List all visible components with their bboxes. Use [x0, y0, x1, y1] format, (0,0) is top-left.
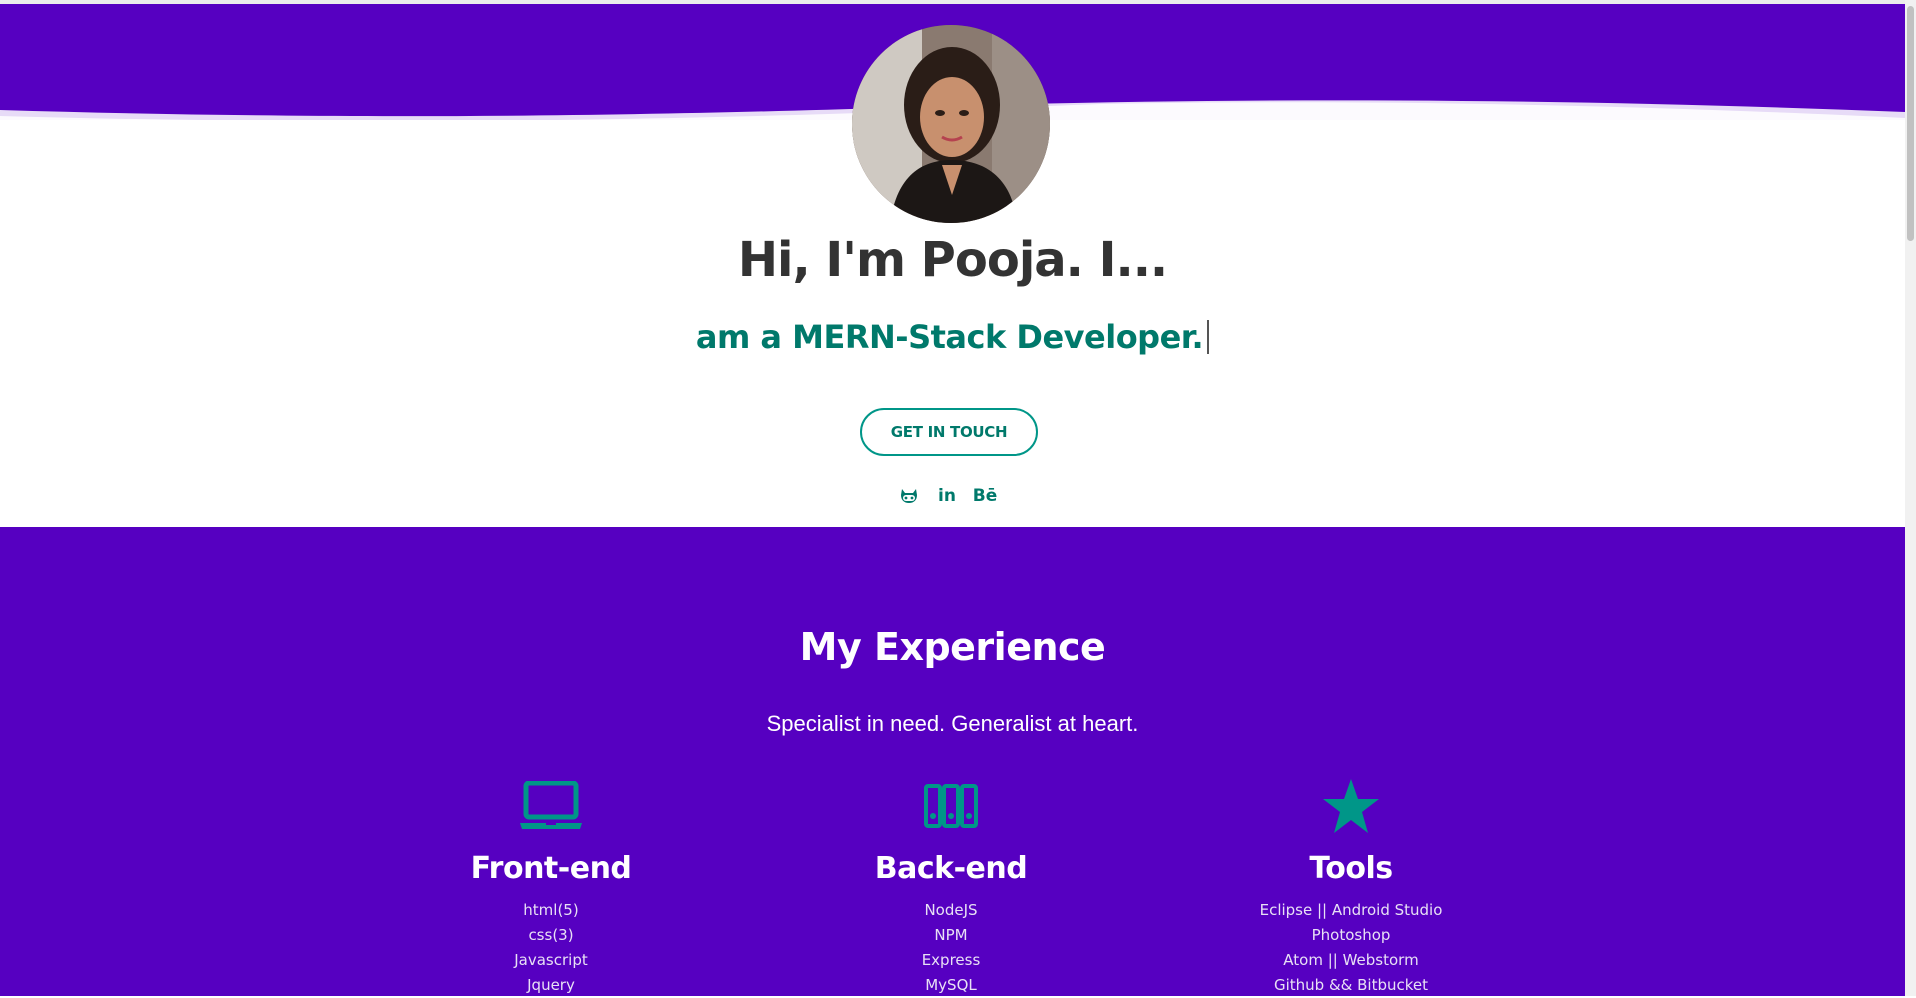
server-icon — [781, 777, 1121, 835]
column-title: Front-end — [470, 851, 632, 886]
experience-section: My Experience Specialist in need. Genera… — [0, 527, 1905, 996]
linkedin-glyph: in — [938, 486, 956, 506]
star-icon — [1181, 777, 1521, 835]
profile-avatar — [852, 25, 1050, 223]
laptop-icon — [381, 777, 721, 835]
social-links: in Bē — [897, 484, 997, 508]
typed-role-text: am a MERN-Stack Developer. — [0, 318, 1905, 356]
linkedin-icon[interactable]: in — [935, 484, 959, 508]
list-item: NPM — [934, 926, 968, 944]
column-title: Back-end — [874, 851, 1028, 886]
list-item: Github && Bitbucket — [1273, 976, 1428, 994]
skill-list: NodeJS NPM Express MySQL — [781, 898, 1121, 998]
vertical-scrollbar[interactable] — [1905, 0, 1916, 996]
list-item: MySQL — [925, 976, 977, 994]
list-item: Eclipse || Android Studio — [1259, 901, 1443, 919]
hero-heading: Hi, I'm Pooja. I... — [737, 232, 1168, 288]
list-item: Javascript — [514, 951, 588, 969]
list-item: html(5) — [523, 901, 579, 919]
scrollbar-thumb[interactable] — [1907, 6, 1914, 241]
typed-role-value: am a MERN-Stack Developer. — [695, 318, 1204, 356]
experience-column-backend: Back-end NodeJS NPM Express MySQL — [781, 777, 1121, 998]
column-title: Tools — [1309, 851, 1393, 886]
behance-glyph: Bē — [972, 486, 998, 506]
github-icon[interactable] — [897, 484, 921, 508]
experience-column-frontend: Front-end html(5) css(3) Javascript Jque… — [381, 777, 721, 998]
get-in-touch-button[interactable]: GET IN TOUCH — [860, 408, 1038, 456]
list-item: css(3) — [528, 926, 574, 944]
list-item: Photoshop — [1311, 926, 1391, 944]
list-item: Express — [921, 951, 981, 969]
experience-subtitle: Specialist in need. Generalist at heart. — [766, 711, 1139, 736]
skill-list: html(5) css(3) Javascript Jquery — [381, 898, 721, 998]
experience-column-tools: Tools Eclipse || Android Studio Photosho… — [1181, 777, 1521, 998]
experience-title: My Experience — [799, 625, 1106, 669]
behance-icon[interactable]: Bē — [972, 484, 998, 508]
typing-cursor — [1207, 320, 1210, 354]
list-item: NodeJS — [924, 901, 978, 919]
list-item: Atom || Webstorm — [1283, 951, 1419, 969]
skill-list: Eclipse || Android Studio Photoshop Atom… — [1181, 898, 1521, 998]
list-item: Jquery — [527, 976, 575, 994]
